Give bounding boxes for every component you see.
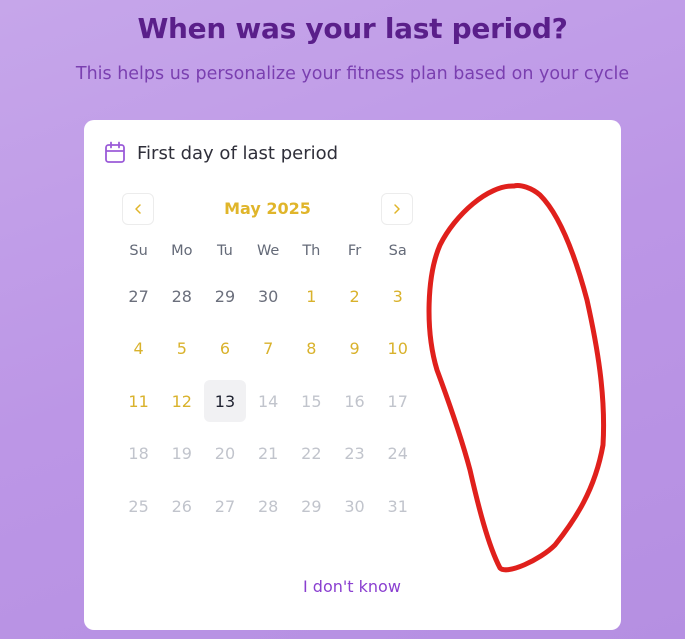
calendar-day: 14	[247, 375, 290, 428]
calendar-day-label: 9	[349, 339, 360, 359]
calendar-day-label: 2	[349, 286, 360, 306]
calendar-day: 26	[160, 480, 203, 533]
calendar-day[interactable]: 10	[376, 323, 419, 376]
page-subtitle: This helps us personalize your fitness p…	[75, 64, 630, 84]
calendar-day-label: 28	[257, 496, 279, 516]
weekday-label: Mo	[171, 243, 193, 259]
calendar-day-label: 30	[344, 496, 365, 516]
card-header-label: First day of last period	[137, 142, 339, 164]
calendar-day: 30	[333, 480, 376, 533]
calendar-day-label: 21	[257, 444, 279, 464]
calendar-day-label: 22	[301, 444, 322, 464]
calendar-day: 23	[333, 428, 376, 481]
calendar-day-label: 24	[387, 444, 408, 464]
calendar-day: 27	[203, 480, 246, 533]
calendar-day-label: 25	[128, 496, 149, 516]
month-label: May 2025	[224, 199, 311, 218]
calendar-day: 22	[290, 428, 333, 481]
weekday-label: Th	[302, 243, 321, 259]
calendar-day: 18	[117, 428, 160, 481]
calendar-day: 21	[247, 428, 290, 481]
calendar-day-label: 29	[214, 286, 236, 306]
calendar-day-label: 28	[171, 286, 192, 306]
calendar-day-label: 27	[128, 286, 149, 306]
weekday-label: We	[256, 243, 280, 259]
calendar-day[interactable]: 6	[203, 323, 246, 376]
calendar-day-label: 4	[133, 339, 144, 359]
calendar-day[interactable]: 4	[117, 323, 160, 376]
calendar-day: 16	[333, 375, 376, 428]
calendar-day[interactable]: 12	[160, 375, 203, 428]
weekday-label: Sa	[388, 243, 407, 259]
calendar-day-label: 23	[344, 444, 365, 464]
calendar-day-label: 14	[257, 391, 279, 411]
date-picker-card: First day of last period May 2025 Su Mo Tu…	[84, 120, 621, 630]
calendar-day-grid: 27 28 29 30 1 2 3 4 5 6 7 8 9 10 11 12 13 14 15 16 17 18 19 20 2…	[117, 270, 419, 533]
calendar-day-label: 19	[171, 444, 192, 464]
calendar-icon	[104, 141, 126, 165]
calendar-day-label: 26	[171, 496, 192, 516]
calendar-day-label: 18	[128, 444, 149, 464]
chevron-left-icon	[132, 200, 144, 219]
calendar-day: 27	[117, 270, 160, 323]
calendar-day-label: 8	[306, 339, 317, 359]
calendar-day-label: 27	[214, 496, 236, 516]
weekday-label: Su	[129, 243, 148, 259]
weekday-label: Fr	[347, 243, 362, 259]
calendar-day-label: 16	[344, 391, 365, 411]
calendar-day: 19	[160, 428, 203, 481]
calendar-day-label: 30	[257, 286, 279, 306]
calendar-day-label: 17	[387, 391, 408, 411]
calendar-day: 25	[117, 480, 160, 533]
calendar-day: 31	[376, 480, 419, 533]
calendar-day: 30	[247, 270, 290, 323]
calendar-day[interactable]: 9	[333, 323, 376, 376]
card-header: First day of last period	[104, 140, 338, 166]
calendar-day[interactable]: 1	[290, 270, 333, 323]
calendar-day: 29	[290, 480, 333, 533]
chevron-right-icon	[391, 200, 403, 219]
calendar-day[interactable]: 5	[160, 323, 203, 376]
calendar-day-label: 7	[263, 339, 274, 359]
calendar-day[interactable]: 7	[247, 323, 290, 376]
calendar-day: 29	[203, 270, 246, 323]
calendar-day-label: 11	[128, 391, 149, 411]
calendar-day-label: 3	[392, 286, 403, 306]
calendar-day[interactable]: 8	[290, 323, 333, 376]
calendar-day: 20	[203, 428, 246, 481]
calendar-day-label: 1	[306, 286, 317, 306]
calendar-day-label: 31	[387, 496, 408, 516]
weekday-label: Tu	[217, 243, 233, 259]
next-month-button[interactable]	[381, 193, 413, 225]
calendar-day[interactable]: 2	[333, 270, 376, 323]
calendar-day-label: 20	[214, 444, 236, 464]
weekday-header-row: Su Mo Tu We Th Fr Sa	[117, 243, 419, 259]
calendar-day-label: 5	[176, 339, 187, 359]
calendar-day: 17	[376, 375, 419, 428]
calendar-day: 15	[290, 375, 333, 428]
dont-know-link[interactable]: I don't know	[303, 577, 401, 596]
page-title: When was your last period?	[137, 12, 568, 45]
calendar-day-label: 12	[171, 391, 192, 411]
calendar-day-label: 29	[301, 496, 322, 516]
calendar-day-label: 6	[219, 339, 231, 359]
calendar-day-label: 15	[301, 391, 322, 411]
calendar-day: 28	[247, 480, 290, 533]
calendar-day-label: 13	[203, 380, 246, 423]
calendar-day: 24	[376, 428, 419, 481]
calendar-day-label: 10	[387, 339, 408, 359]
calendar-day[interactable]: 3	[376, 270, 419, 323]
calendar-day[interactable]: 11	[117, 375, 160, 428]
previous-month-button[interactable]	[122, 193, 154, 225]
calendar-day-today[interactable]: 13	[203, 375, 246, 428]
calendar-day: 28	[160, 270, 203, 323]
